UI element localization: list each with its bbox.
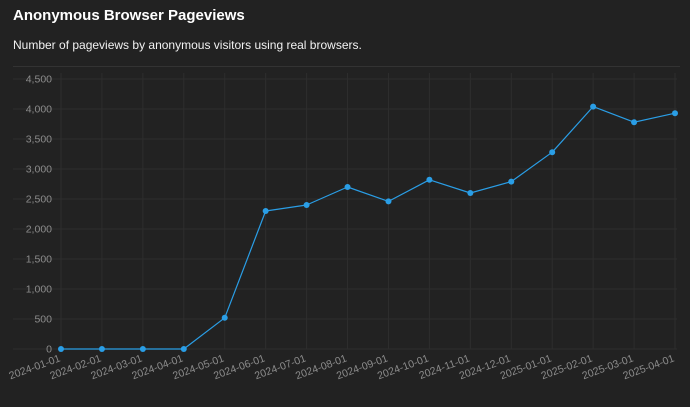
y-tick-label: 3,000 bbox=[26, 164, 52, 176]
series-points bbox=[58, 103, 678, 352]
data-point bbox=[508, 178, 515, 185]
y-axis-ticks: 0 500 1,000 1,500 2,000 2,500 3,000 3,500 4,000 4… bbox=[26, 74, 52, 356]
data-point bbox=[426, 176, 433, 183]
y-tick-label: 3,500 bbox=[26, 134, 52, 146]
y-tick-label: 1,500 bbox=[26, 254, 52, 266]
y-tick-label: 0 bbox=[46, 344, 52, 356]
y-tick-label: 2,000 bbox=[26, 224, 52, 236]
data-point bbox=[467, 190, 474, 196]
pageviews-line-chart: 0 500 1,000 1,500 2,000 2,500 3,000 3,500 4,000 4… bbox=[7, 73, 678, 382]
data-point bbox=[631, 119, 638, 126]
data-point bbox=[58, 346, 64, 352]
data-point bbox=[549, 149, 556, 156]
y-tick-label: 500 bbox=[34, 314, 52, 326]
data-point bbox=[98, 346, 105, 352]
y-tick-label: 2,500 bbox=[26, 194, 52, 206]
y-gridlines bbox=[13, 78, 677, 350]
y-tick-label: 4,000 bbox=[26, 104, 52, 116]
data-point bbox=[139, 346, 146, 352]
x-axis-ticks: 2024-01-012024-02-012024-03-012024-04-01… bbox=[7, 352, 676, 382]
series-line bbox=[61, 105, 676, 350]
chart-panel: Anonymous Browser Pageviews Number of pa… bbox=[0, 0, 690, 407]
data-point bbox=[180, 346, 187, 352]
x-gridlines bbox=[60, 73, 676, 349]
data-point bbox=[344, 184, 351, 190]
data-point bbox=[303, 202, 310, 208]
y-tick-label: 1,000 bbox=[26, 284, 52, 296]
data-point bbox=[385, 198, 392, 205]
data-point bbox=[590, 103, 597, 110]
data-point bbox=[262, 208, 269, 214]
data-point bbox=[672, 110, 678, 117]
y-tick-label: 4,500 bbox=[26, 74, 52, 86]
data-point bbox=[221, 314, 228, 321]
